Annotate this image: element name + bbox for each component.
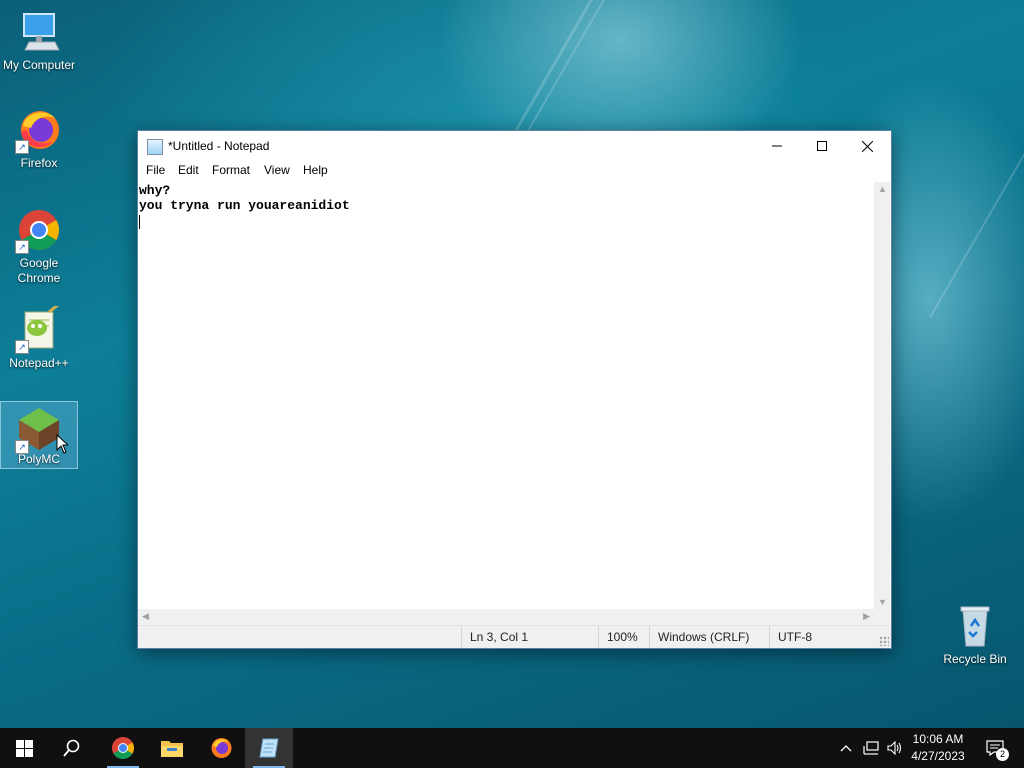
- scroll-right-icon[interactable]: ▶: [863, 611, 870, 622]
- start-button[interactable]: [0, 728, 48, 768]
- scroll-left-icon[interactable]: ◀: [142, 611, 149, 622]
- search-icon: [63, 739, 80, 757]
- close-button[interactable]: [844, 131, 890, 161]
- editor-line: you tryna run youareanidiot: [139, 198, 350, 213]
- computer-icon: [15, 8, 63, 56]
- desktop-icon-recycle-bin[interactable]: Recycle Bin: [937, 602, 1013, 667]
- menu-edit[interactable]: Edit: [176, 163, 201, 177]
- firefox-icon: ↗: [15, 106, 63, 154]
- notepad-icon: [147, 139, 163, 155]
- firefox-icon: [211, 738, 232, 758]
- close-icon: [861, 140, 873, 152]
- chrome-icon: [112, 737, 134, 759]
- minimize-button[interactable]: [754, 131, 800, 161]
- menu-bar: File Edit Format View Help: [138, 161, 891, 181]
- notification-count-badge: 2: [996, 748, 1009, 761]
- text-caret: [139, 215, 140, 229]
- desktop-icon-label: PolyMC: [17, 452, 60, 466]
- scroll-down-icon[interactable]: ▼: [878, 597, 887, 607]
- clock-date: 4/27/2023: [911, 749, 965, 763]
- action-center-button[interactable]: 2: [978, 728, 1012, 768]
- taskbar-chrome-button[interactable]: [99, 728, 147, 768]
- text-editor[interactable]: why? you tryna run youareanidiot: [138, 182, 874, 609]
- desktop-icon-notepad-plus-plus[interactable]: ↗ Notepad++: [1, 302, 77, 371]
- recycle-bin-icon: [951, 602, 999, 650]
- notepad-icon: [259, 738, 279, 758]
- horizontal-scrollbar[interactable]: ◀ ▶: [138, 609, 874, 625]
- shortcut-arrow-icon: ↗: [15, 140, 29, 154]
- desktop-icon-firefox[interactable]: ↗ Firefox: [1, 106, 77, 171]
- desktop-icon-label: Notepad++: [9, 356, 69, 370]
- editor-line: why?: [139, 183, 171, 198]
- notepadpp-icon: ↗: [15, 302, 63, 354]
- taskbar: 10:06 AM 4/27/2023 2: [0, 728, 1024, 768]
- menu-view[interactable]: View: [262, 163, 292, 177]
- desktop-icon-label: Google Chrome: [17, 256, 61, 285]
- chevron-up-icon: [840, 745, 852, 752]
- desktop-icon-label: Recycle Bin: [943, 652, 1007, 666]
- shortcut-arrow-icon: ↗: [15, 440, 29, 454]
- desktop[interactable]: My Computer ↗ Firefox ↗ Google Chrome ↗ …: [0, 0, 1024, 728]
- taskbar-firefox-button[interactable]: [197, 728, 245, 768]
- windows-start-icon: [15, 739, 33, 757]
- file-explorer-icon: [161, 741, 183, 757]
- desktop-icon-my-computer[interactable]: My Computer: [1, 8, 77, 73]
- show-hidden-icons-button[interactable]: [836, 728, 856, 768]
- shortcut-arrow-icon: ↗: [15, 340, 29, 354]
- desktop-icon-label: My Computer: [2, 58, 76, 72]
- status-line-ending: Windows (CRLF): [649, 626, 768, 648]
- network-button[interactable]: [860, 728, 882, 768]
- clock-time: 10:06 AM: [912, 732, 964, 746]
- menu-help[interactable]: Help: [301, 163, 330, 177]
- scroll-up-icon[interactable]: ▲: [878, 184, 887, 194]
- status-cursor-position: Ln 3, Col 1: [461, 626, 600, 648]
- menu-file[interactable]: File: [144, 163, 167, 177]
- menu-format[interactable]: Format: [210, 163, 252, 177]
- maximize-icon: [817, 141, 827, 151]
- taskbar-file-explorer-button[interactable]: [148, 728, 196, 768]
- network-icon: [863, 741, 879, 755]
- status-zoom: 100%: [598, 626, 649, 648]
- maximize-button[interactable]: [799, 131, 845, 161]
- desktop-icon-label: Firefox: [20, 156, 58, 170]
- window-title: *Untitled - Notepad: [168, 139, 270, 153]
- taskbar-notepad-button[interactable]: [245, 728, 293, 768]
- taskbar-clock[interactable]: 10:06 AM 4/27/2023: [902, 731, 974, 765]
- chrome-icon: ↗: [15, 206, 63, 254]
- minimize-icon: [772, 145, 782, 147]
- status-encoding: UTF-8: [769, 626, 878, 648]
- vertical-scrollbar[interactable]: ▲ ▼: [874, 182, 890, 609]
- speaker-icon: [887, 741, 902, 755]
- resize-grip-icon[interactable]: [879, 636, 889, 646]
- desktop-icon-google-chrome[interactable]: ↗ Google Chrome: [1, 206, 77, 286]
- status-bar: Ln 3, Col 1 100% Windows (CRLF) UTF-8: [138, 625, 891, 648]
- shortcut-arrow-icon: ↗: [15, 240, 29, 254]
- notepad-window[interactable]: *Untitled - Notepad File Edit Format Vie…: [137, 130, 892, 649]
- search-button[interactable]: [48, 728, 96, 768]
- mouse-pointer-icon: [56, 434, 68, 454]
- title-bar[interactable]: *Untitled - Notepad: [138, 131, 891, 161]
- scrollbar-corner: [874, 609, 890, 625]
